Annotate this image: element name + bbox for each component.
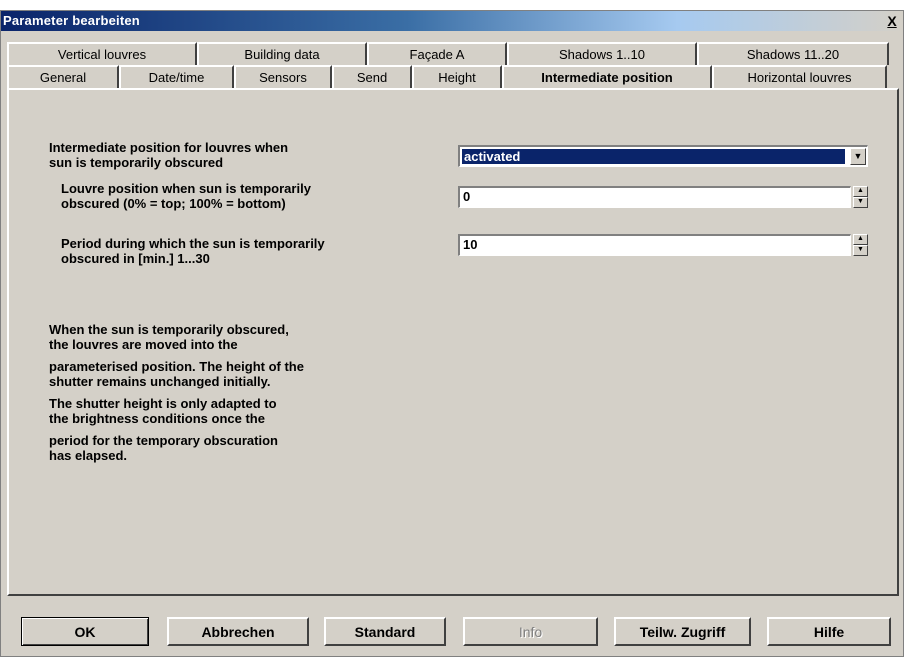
cancel-button[interactable]: Abbrechen: [167, 617, 309, 646]
description-line: When the sun is temporarily obscured,: [49, 322, 289, 337]
tab-send[interactable]: Send: [332, 65, 412, 88]
louvre-pos-label-line1: Louvre position when sun is temporarily: [61, 181, 311, 196]
spin-up-icon[interactable]: ▲: [853, 186, 868, 197]
info-button[interactable]: Info: [463, 617, 598, 646]
tab-building-data[interactable]: Building data: [197, 42, 367, 65]
louvre-pos-label-line2: obscured (0% = top; 100% = bottom): [61, 196, 286, 211]
spin-down-icon[interactable]: ▼: [853, 245, 868, 256]
tab-intermediate-position[interactable]: Intermediate position: [502, 65, 712, 88]
tab-shadows-11-20[interactable]: Shadows 11..20: [697, 42, 889, 65]
period-input[interactable]: 10: [458, 234, 851, 256]
tab-date-time[interactable]: Date/time: [119, 65, 234, 88]
description-line: the louvres are moved into the: [49, 337, 238, 352]
period-label-line2: obscured in [min.] 1...30: [61, 251, 210, 266]
description-line: the brightness conditions once the: [49, 411, 265, 426]
help-button[interactable]: Hilfe: [767, 617, 891, 646]
close-button[interactable]: X: [884, 13, 900, 29]
tab-vertical-louvres[interactable]: Vertical louvres: [7, 42, 197, 65]
tab-facade-a[interactable]: Façade A: [367, 42, 507, 65]
description-line: parameterised position. The height of th…: [49, 359, 304, 374]
tab-shadows-1-10[interactable]: Shadows 1..10: [507, 42, 697, 65]
standard-button[interactable]: Standard: [324, 617, 446, 646]
chevron-down-icon[interactable]: ▼: [850, 148, 866, 165]
louvre-position-input[interactable]: 0: [458, 186, 851, 208]
tab-sensors[interactable]: Sensors: [234, 65, 332, 88]
description-line: The shutter height is only adapted to: [49, 396, 277, 411]
period-spinner[interactable]: ▲ ▼: [853, 234, 868, 256]
window-title: Parameter bearbeiten: [3, 13, 140, 28]
title-bar: Parameter bearbeiten X: [1, 11, 903, 31]
description-line: period for the temporary obscuration: [49, 433, 278, 448]
tab-general[interactable]: General: [7, 65, 119, 88]
intermediate-label-line1: Intermediate position for louvres when: [49, 140, 289, 155]
tab-horizontal-louvres[interactable]: Horizontal louvres: [712, 65, 887, 88]
partial-access-button[interactable]: Teilw. Zugriff: [614, 617, 751, 646]
spin-up-icon[interactable]: ▲: [853, 234, 868, 245]
parameter-dialog: Parameter bearbeiten X Vertical louvres …: [0, 10, 904, 657]
tab-row-2: General Date/time Sensors Send Height In…: [7, 65, 887, 88]
tab-row-1: Vertical louvres Building data Façade A …: [7, 42, 889, 65]
ok-button[interactable]: OK: [21, 617, 149, 646]
tab-height[interactable]: Height: [412, 65, 502, 88]
intermediate-label-line2: sun is temporarily obscured: [49, 155, 224, 170]
spin-down-icon[interactable]: ▼: [853, 197, 868, 208]
louvre-position-spinner[interactable]: ▲ ▼: [853, 186, 868, 208]
intermediate-select[interactable]: activated ▼: [458, 145, 868, 167]
description-line: shutter remains unchanged initially.: [49, 374, 271, 389]
description-line: has elapsed.: [49, 448, 128, 463]
intermediate-selected-value: activated: [462, 149, 845, 164]
period-label-line1: Period during which the sun is temporari…: [61, 236, 325, 251]
